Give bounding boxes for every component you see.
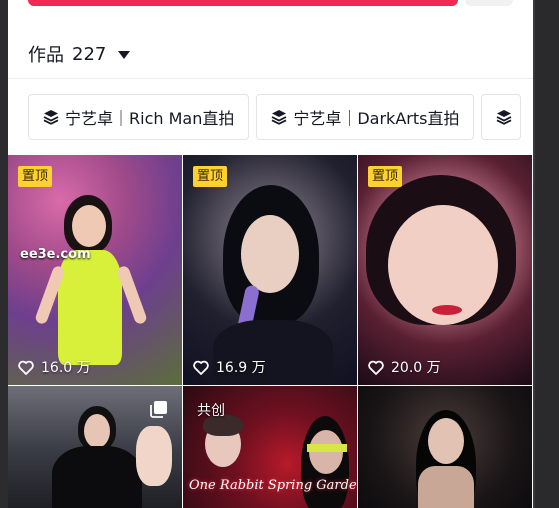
- collection-tag[interactable]: 宁艺卓｜DarkArts直拍: [256, 94, 475, 140]
- profile-screen: 作品 227 宁艺卓｜Rich Man直拍 宁艺卓｜DarkArts直拍 置顶 …: [8, 0, 533, 508]
- like-count-text: 16.9 万: [216, 360, 266, 376]
- works-tab-header[interactable]: 作品 227: [28, 40, 131, 68]
- collection-tags: 宁艺卓｜Rich Man直拍 宁艺卓｜DarkArts直拍: [28, 94, 522, 140]
- works-label: 作品: [28, 45, 64, 66]
- collection-tag-label: 宁艺卓｜DarkArts直拍: [293, 109, 460, 128]
- heart-icon: [18, 360, 34, 375]
- pinned-badge: 置顶: [368, 166, 403, 187]
- watermark-text: ee3e.com: [20, 247, 91, 262]
- pinned-badge: 置顶: [193, 166, 228, 187]
- video-thumbnail[interactable]: 置顶 ee3e.com 16.0 万: [8, 155, 182, 385]
- collection-tag-label: 宁艺卓｜Rich Man直拍: [65, 109, 235, 128]
- layers-icon: [271, 110, 287, 125]
- follow-button[interactable]: [28, 0, 458, 6]
- multi-image-icon: [150, 401, 167, 418]
- like-count: 20.0 万: [368, 357, 441, 377]
- video-thumbnail[interactable]: 置顶 20.0 万: [358, 155, 532, 385]
- video-overlay-text: One Rabbit Spring Garden Party: [189, 478, 357, 493]
- layers-icon: [497, 110, 512, 125]
- like-count-text: 20.0 万: [391, 360, 441, 376]
- video-thumbnail[interactable]: [358, 386, 532, 508]
- layers-icon: [43, 110, 59, 125]
- divider: [8, 78, 533, 79]
- collection-tag[interactable]: 宁艺卓｜Rich Man直拍: [28, 94, 250, 140]
- right-panel: [533, 0, 559, 508]
- heart-icon: [193, 360, 209, 375]
- more-button[interactable]: [465, 0, 513, 6]
- co-create-badge: 共创: [197, 403, 225, 419]
- like-count: 16.0 万: [18, 357, 91, 377]
- video-thumbnail[interactable]: [8, 386, 182, 508]
- like-count-text: 16.0 万: [41, 360, 91, 376]
- heart-icon: [368, 360, 384, 375]
- video-thumbnail[interactable]: 置顶 16.9 万: [183, 155, 357, 385]
- video-thumbnail[interactable]: 共创 One Rabbit Spring Garden Party: [183, 386, 357, 508]
- collection-tag-partial[interactable]: [481, 94, 522, 140]
- like-count: 16.9 万: [193, 357, 266, 377]
- pinned-badge: 置顶: [18, 166, 53, 187]
- works-count: 227: [72, 43, 107, 65]
- panel-divider: [533, 0, 535, 508]
- caret-down-icon[interactable]: [118, 51, 131, 59]
